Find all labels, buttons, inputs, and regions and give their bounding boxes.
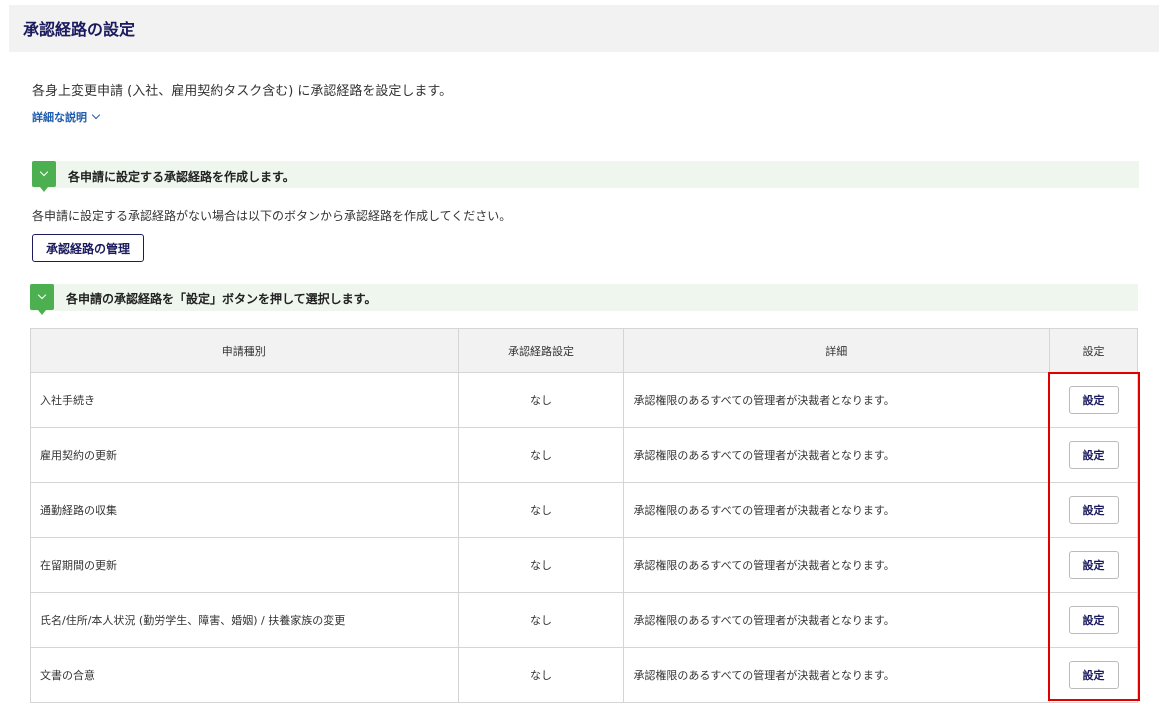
table-row: 通勤経路の収集 なし 承認権限のあるすべての管理者が決裁者となります。 設定 [30,482,1138,538]
approval-routes-table: 申請種別 承認経路設定 詳細 設定 入社手続き なし 承認権限のあるすべての管理… [30,328,1138,703]
section-chevron-icon [30,284,54,315]
cell-type: 雇用契約の更新 [30,427,459,483]
section-title-create: 各申請に設定する承認経路を作成します。 [68,170,295,184]
section-create-text: 各申請に設定する承認経路がない場合は以下のボタンから承認経路を作成してください。 [32,209,512,223]
cell-route: なし [457,372,625,428]
detail-link-label: 詳細な説明 [32,111,87,124]
cell-route: なし [457,647,625,703]
cell-setting: 設定 [1049,537,1138,593]
cell-setting: 設定 [1049,427,1138,483]
manage-routes-button[interactable]: 承認経路の管理 [32,234,144,262]
column-header-route: 承認経路設定 [457,328,625,373]
detail-toggle-link[interactable]: 詳細な説明 [32,109,101,125]
cell-type: 文書の合意 [30,647,459,703]
set-route-button[interactable]: 設定 [1068,386,1119,414]
cell-type: 在留期間の更新 [30,537,459,593]
chevron-down-icon [91,110,101,120]
cell-detail: 承認権限のあるすべての管理者が決裁者となります。 [623,537,1051,593]
column-header-setting: 設定 [1049,328,1138,373]
page-description: 各身上変更申請 (入社、雇用契約タスク含む) に承認経路を設定します。 [32,84,453,99]
cell-route: なし [457,427,625,483]
cell-route: なし [457,537,625,593]
page-header [9,5,1159,52]
cell-detail: 承認権限のあるすべての管理者が決裁者となります。 [623,647,1051,703]
set-route-button[interactable]: 設定 [1068,551,1119,579]
table-row: 入社手続き なし 承認権限のあるすべての管理者が決裁者となります。 設定 [30,372,1138,428]
cell-route: なし [457,482,625,538]
cell-route: なし [457,592,625,648]
column-header-type: 申請種別 [30,328,459,373]
cell-type: 通勤経路の収集 [30,482,459,538]
table-row: 文書の合意 なし 承認権限のあるすべての管理者が決裁者となります。 設定 [30,647,1138,703]
table-row: 在留期間の更新 なし 承認権限のあるすべての管理者が決裁者となります。 設定 [30,537,1138,593]
column-header-detail: 詳細 [623,328,1051,373]
section-chevron-icon [32,161,56,192]
set-route-button[interactable]: 設定 [1068,661,1119,689]
cell-setting: 設定 [1049,647,1138,703]
cell-detail: 承認権限のあるすべての管理者が決裁者となります。 [623,372,1051,428]
cell-setting: 設定 [1049,482,1138,538]
cell-setting: 設定 [1049,372,1138,428]
cell-detail: 承認権限のあるすべての管理者が決裁者となります。 [623,482,1051,538]
cell-detail: 承認権限のあるすべての管理者が決裁者となります。 [623,427,1051,483]
table-row: 氏名/住所/本人状況 (勤労学生、障害、婚姻) / 扶養家族の変更 なし 承認権… [30,592,1138,648]
page-title: 承認経路の設定 [23,20,136,39]
cell-type: 入社手続き [30,372,459,428]
cell-setting: 設定 [1049,592,1138,648]
set-route-button[interactable]: 設定 [1068,606,1119,634]
table-header-row: 申請種別 承認経路設定 詳細 設定 [30,328,1138,373]
cell-detail: 承認権限のあるすべての管理者が決裁者となります。 [623,592,1051,648]
set-route-button[interactable]: 設定 [1068,496,1119,524]
cell-type: 氏名/住所/本人状況 (勤労学生、障害、婚姻) / 扶養家族の変更 [30,592,459,648]
set-route-button[interactable]: 設定 [1068,441,1119,469]
section-title-select: 各申請の承認経路を「設定」ボタンを押して選択します。 [66,292,377,306]
table-row: 雇用契約の更新 なし 承認権限のあるすべての管理者が決裁者となります。 設定 [30,427,1138,483]
